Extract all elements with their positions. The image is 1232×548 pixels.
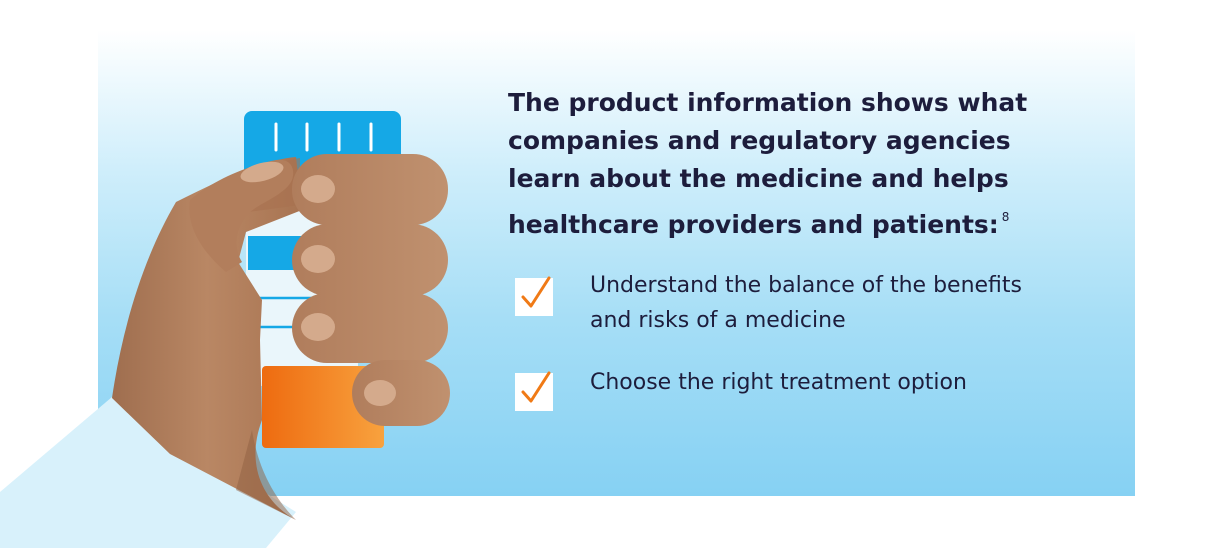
footnote-marker: 8 (1001, 210, 1010, 224)
heading-text: The product information shows what compa… (508, 88, 1028, 239)
checkbox (515, 276, 553, 316)
benefit-label: Understand the balance of the benefits a… (590, 273, 1022, 333)
checkbox (515, 371, 553, 411)
benefit-label: Choose the right treatment option (590, 370, 967, 395)
checkmark-icon (521, 276, 551, 308)
heading: The product information shows what compa… (508, 84, 1068, 244)
checkmark-icon (521, 371, 551, 403)
